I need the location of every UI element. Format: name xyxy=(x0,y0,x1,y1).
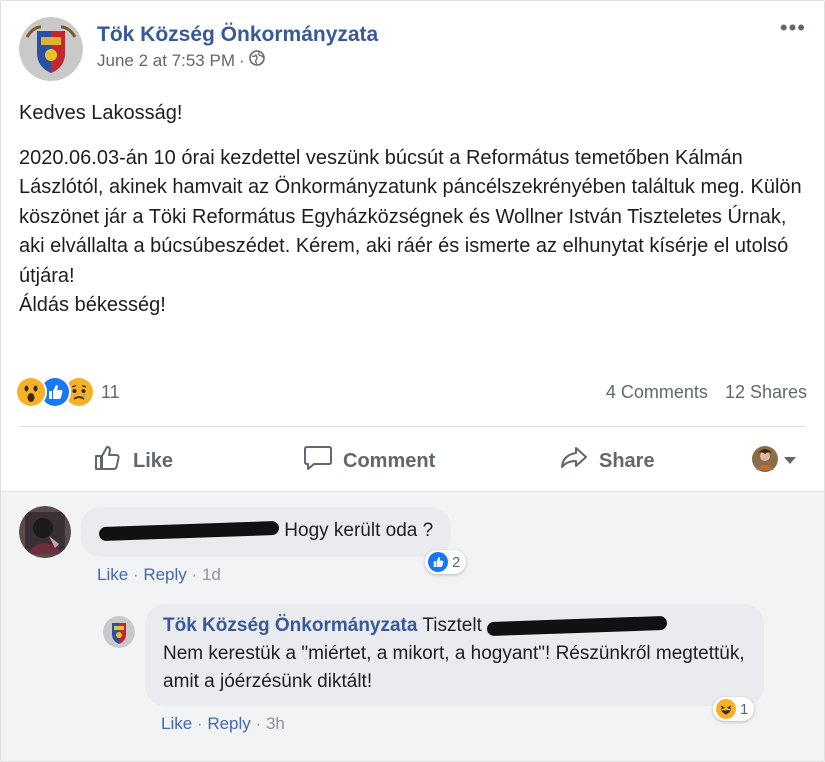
comment-reaction-count: 2 xyxy=(452,553,461,571)
commenter-avatar[interactable] xyxy=(19,506,71,558)
comment-button[interactable]: Comment xyxy=(303,444,435,478)
like-icon xyxy=(428,552,448,572)
page-avatar[interactable] xyxy=(19,17,83,81)
reply-actions: Like · Reply · 3h xyxy=(161,714,285,734)
share-label: Share xyxy=(599,449,655,472)
reply-reply-link[interactable]: Reply xyxy=(207,714,250,733)
redacted-name xyxy=(486,615,668,637)
reply-text: Nem kerestük a "miértet, a mikort, a hog… xyxy=(163,643,745,692)
comments-section: Hogy került oda ? 2 Like · Reply · 1d Tö… xyxy=(1,492,824,761)
post-header: Tök Község Önkormányzata June 2 at 7:53 … xyxy=(19,17,378,81)
post-body: Kedves Lakosság! 2020.06.03-án 10 órai k… xyxy=(19,99,809,321)
like-button[interactable]: Like xyxy=(93,444,173,478)
thumbs-up-icon xyxy=(93,444,133,478)
reaction-summary: 11 4 Comments 12 Shares xyxy=(15,376,807,408)
reply-like-link[interactable]: Like xyxy=(161,714,192,733)
post-timestamp[interactable]: June 2 at 7:53 PM xyxy=(97,49,235,73)
post-action-bar: Like Comment Share xyxy=(19,433,806,489)
separator: · xyxy=(196,714,203,733)
meta-separator: · xyxy=(238,51,245,70)
speech-bubble-icon xyxy=(303,444,343,478)
comment-reply-link[interactable]: Reply xyxy=(143,565,186,584)
globe-icon[interactable] xyxy=(248,49,265,73)
reaction-count[interactable]: 11 xyxy=(101,382,120,403)
comment-actions: Like · Reply · 1d xyxy=(97,565,221,585)
ellipsis-icon[interactable]: ••• xyxy=(780,15,806,41)
reply-author-avatar[interactable] xyxy=(103,616,135,648)
reply-bubble: Tök Község Önkormányzata Tisztelt Nem ke… xyxy=(145,604,764,706)
audience-selector[interactable] xyxy=(752,445,796,477)
shares-count-link[interactable]: 12 Shares xyxy=(725,382,807,402)
haha-icon xyxy=(716,699,736,719)
separator: · xyxy=(132,565,139,584)
reply-reaction-count: 1 xyxy=(740,700,749,718)
like-label: Like xyxy=(133,449,174,472)
comment-bubble: Hogy került oda ? xyxy=(81,507,452,557)
comment-label: Comment xyxy=(343,449,436,472)
comment-reaction-badge[interactable]: 2 xyxy=(425,550,467,574)
reply-text-lead: Tisztelt xyxy=(422,615,482,636)
post-closing: Áldás békesség! xyxy=(19,294,166,316)
separator: · xyxy=(191,565,198,584)
share-button[interactable]: Share xyxy=(559,444,655,478)
divider xyxy=(19,426,806,427)
reply-time[interactable]: 3h xyxy=(266,714,285,733)
comment-like-link[interactable]: Like xyxy=(97,565,128,584)
page-name-link[interactable]: Tök Község Önkormányzata xyxy=(97,21,378,49)
reply-reaction-badge[interactable]: 1 xyxy=(713,697,755,721)
separator: · xyxy=(255,714,262,733)
post-card: Tök Község Önkormányzata June 2 at 7:53 … xyxy=(0,0,825,762)
user-avatar-icon xyxy=(752,445,778,477)
reply-author-name[interactable]: Tök Község Önkormányzata xyxy=(163,615,417,636)
comment-text: Hogy került oda ? xyxy=(284,520,434,541)
wow-icon[interactable] xyxy=(15,376,47,408)
comments-count-link[interactable]: 4 Comments xyxy=(606,382,708,402)
chevron-down-icon xyxy=(784,452,796,470)
share-arrow-icon xyxy=(559,444,599,478)
comment-time[interactable]: 1d xyxy=(202,565,221,584)
post-greeting: Kedves Lakosság! xyxy=(19,102,183,124)
commenter-name-redacted[interactable] xyxy=(98,520,284,542)
post-message: 2020.06.03-án 10 órai kezdettel veszünk … xyxy=(19,146,802,287)
